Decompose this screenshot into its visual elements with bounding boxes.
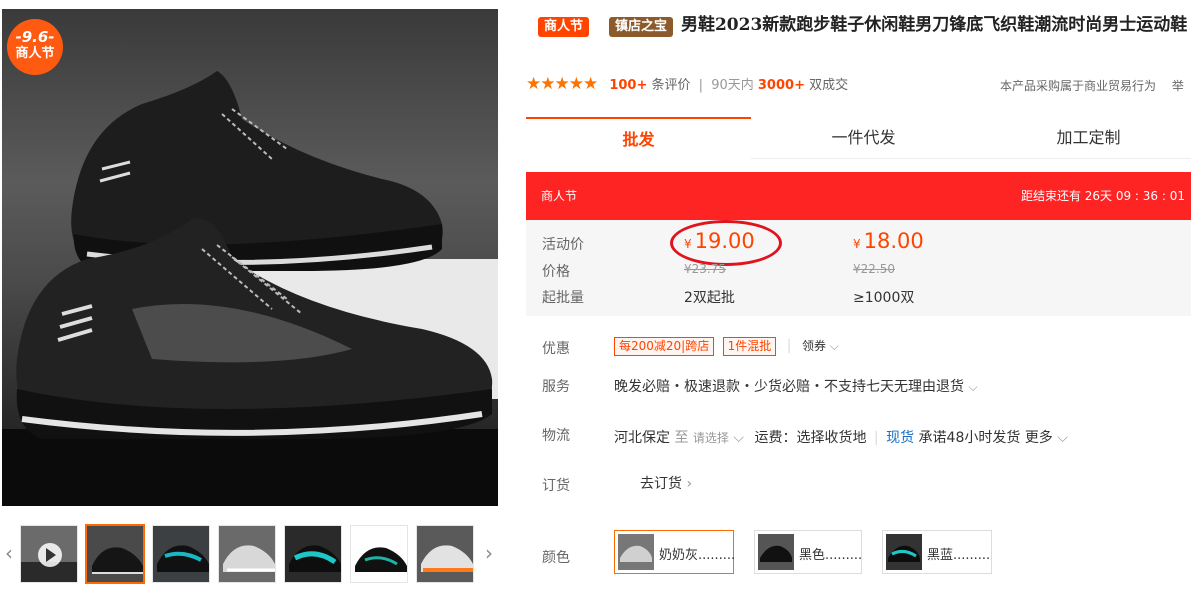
reviews-label[interactable]: 条评价 — [652, 78, 691, 93]
shipping-fee: 运费：选择收货地 — [754, 430, 867, 446]
tab-wholesale[interactable]: 批发 — [526, 117, 751, 159]
in-stock-tag: 现货 — [886, 430, 915, 446]
tier1-moq: 2双起批 — [684, 290, 735, 306]
main-product-image[interactable]: -9.6- 商人节 — [2, 9, 498, 506]
chevron-down-icon: ⌵ — [968, 380, 978, 394]
thumb-1[interactable] — [85, 524, 145, 584]
thumb-4[interactable] — [284, 525, 342, 583]
store-treasure-tag: 镇店之宝 — [608, 17, 673, 37]
thumbnail-strip: ‹ › — [0, 520, 500, 586]
activity-price-label: 活动价 — [542, 237, 584, 253]
trade-notice: 本产品采购属于商业贸易行为 举 — [1000, 77, 1184, 94]
moq-label: 起批量 — [542, 290, 584, 306]
sales-count: 3000+ — [757, 78, 805, 93]
go-order-text: 去订货 — [640, 476, 682, 492]
thumb-next-arrow-icon[interactable]: › — [482, 540, 496, 566]
destination-select[interactable]: 请选择 — [693, 431, 729, 445]
thumb-3[interactable] — [218, 525, 276, 583]
color-option-label: 奶奶灰......... — [659, 548, 736, 563]
chevron-down-icon: ⌵ — [829, 339, 839, 353]
star-icon: ★★★★★ — [526, 74, 598, 94]
service-text: 晚发必赔・极速退款・少货必赔・不支持七天无理由退货 — [614, 379, 964, 395]
coupon-cross-store[interactable]: 每200减20|跨店 — [614, 337, 715, 356]
color-option-grey[interactable]: 奶奶灰......... — [614, 530, 736, 574]
tier2-original-price: ¥22.50 — [853, 262, 895, 276]
coupon-mixed-batch[interactable]: 1件混批 — [722, 337, 777, 356]
thumb-6[interactable] — [416, 525, 474, 583]
tier2-moq: ≥1000双 — [853, 290, 915, 306]
reviews-count[interactable]: 100+ — [609, 78, 647, 93]
sneakers-illustration — [2, 71, 498, 506]
ship-promise: 承诺48小时发货 — [918, 430, 1021, 446]
discount-label: 优惠 — [542, 341, 570, 357]
more-logistics-link[interactable]: 更多 ⌵ — [1025, 430, 1068, 446]
tier1-original-price: ¥23.75 — [684, 262, 726, 276]
tab-dropship[interactable]: 一件代发 — [751, 117, 976, 159]
promo-countdown: 距结束还有 26天 09 : 36 : 01 — [1020, 189, 1185, 203]
thumb-video[interactable] — [20, 525, 78, 583]
service-items[interactable]: 晚发必赔・极速退款・少货必赔・不支持七天无理由退货 ⌵ — [614, 376, 978, 396]
sales-label: 双成交 — [809, 78, 849, 93]
sales-period: 90天内 — [711, 78, 754, 93]
tab-custom-processing[interactable]: 加工定制 — [976, 117, 1191, 159]
discount-row: 每200减20|跨店 1件混批 | 领券 ⌵ — [614, 337, 839, 356]
trade-notice-text: 本产品采购属于商业贸易行为 — [1000, 79, 1157, 93]
price-box: 活动价 价格 起批量 ¥19.00 ¥23.75 2双起批 ¥18.00 ¥22… — [526, 220, 1191, 316]
go-order-link[interactable]: 去订货 › — [640, 473, 692, 493]
promo-banner: 商人节 距结束还有 26天 09 : 36 : 01 — [526, 172, 1191, 220]
color-label: 颜色 — [542, 550, 570, 566]
logistics-row: 河北保定 至 请选择 ⌵ 运费：选择收货地 | 现货 承诺48小时发货 更多 ⌵ — [614, 430, 1068, 446]
logistics-label: 物流 — [542, 428, 570, 444]
price-label: 价格 — [542, 264, 570, 280]
festival-tag: 商人节 — [538, 17, 590, 37]
to-label: 至 — [674, 430, 689, 446]
order-label: 订货 — [542, 478, 570, 494]
color-option-black-blue[interactable]: 黑蓝......... — [882, 530, 992, 574]
purchase-mode-tabs: 批发 一件代发 加工定制 — [526, 117, 1191, 159]
color-option-label: 黑蓝......... — [927, 548, 991, 563]
chevron-down-icon: ⌵ — [1057, 430, 1068, 446]
promo-label: 商人节 — [541, 189, 578, 203]
get-coupon-link[interactable]: 领券 ⌵ — [802, 339, 839, 353]
chevron-down-icon[interactable]: ⌵ — [733, 430, 744, 446]
chevron-right-icon: › — [686, 476, 693, 492]
thumb-2[interactable] — [152, 525, 210, 583]
rating-row: ★★★★★ 100+ 条评价 | 90天内 3000+ 双成交 — [526, 74, 849, 94]
service-label: 服务 — [542, 379, 570, 395]
badge-date: -9.6- — [15, 28, 55, 46]
origin-location: 河北保定 — [614, 430, 670, 446]
thumb-prev-arrow-icon[interactable]: ‹ — [2, 540, 16, 566]
tier1-activity-price: ¥19.00 — [684, 229, 755, 253]
tier2-activity-price: ¥18.00 — [853, 229, 924, 253]
product-title: 男鞋2023新款跑步鞋子休闲鞋男刀锋底飞织鞋潮流时尚男士运动鞋 — [680, 15, 1188, 35]
festival-badge: -9.6- 商人节 — [7, 19, 63, 75]
thumb-5[interactable] — [350, 525, 408, 583]
badge-text: 商人节 — [15, 46, 55, 61]
color-option-label: 黑色......... — [799, 548, 863, 563]
report-link[interactable]: 举 — [1172, 79, 1184, 93]
product-title-block: 商人节 镇店之宝 男鞋2023新款跑步鞋子休闲鞋男刀锋底飞织鞋潮流时尚男士运动鞋 — [526, 11, 1191, 39]
color-option-black[interactable]: 黑色......... — [754, 530, 862, 574]
